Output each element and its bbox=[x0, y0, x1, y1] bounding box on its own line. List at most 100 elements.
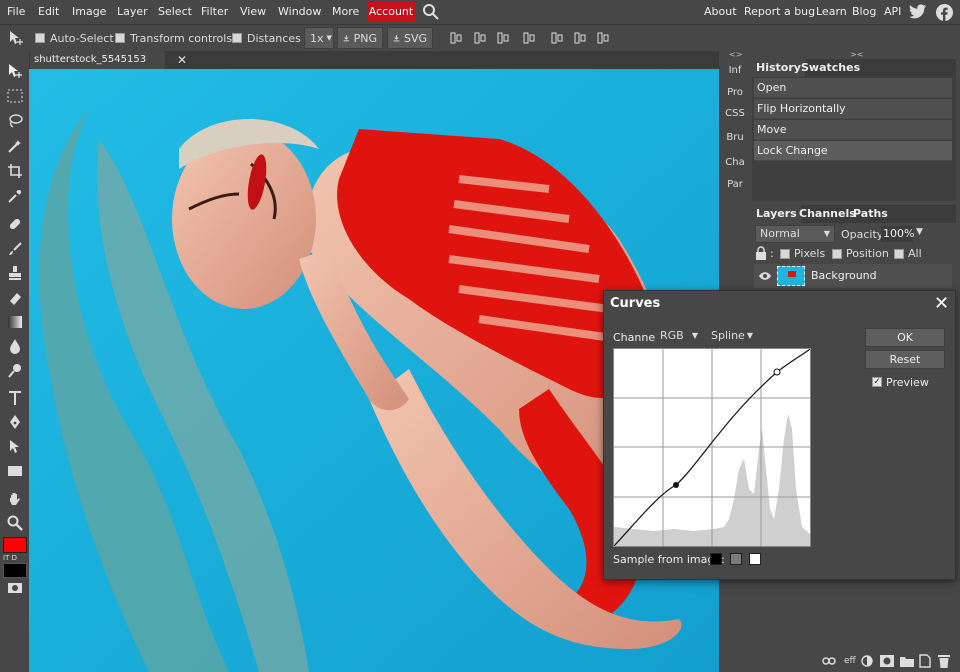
side-tab-bru[interactable]: Bru bbox=[720, 127, 750, 149]
folder-icon[interactable] bbox=[900, 655, 914, 667]
clone-stamp-tool[interactable] bbox=[4, 262, 26, 284]
quick-mask-button[interactable] bbox=[4, 579, 26, 597]
history-item[interactable]: Flip Horizontally bbox=[754, 99, 952, 119]
history-item[interactable]: Open bbox=[754, 78, 952, 98]
marquee-icon bbox=[7, 89, 23, 103]
curves-dialog: Curves ✕ Channel: RGB ▼ Spline ▼ OK Reset … bbox=[603, 290, 956, 580]
search-icon[interactable] bbox=[422, 3, 440, 21]
layer-row[interactable]: Background bbox=[754, 264, 952, 288]
path-select-tool[interactable] bbox=[4, 436, 26, 458]
brush-tool[interactable] bbox=[4, 238, 26, 260]
lock-all-checkbox[interactable] bbox=[894, 249, 904, 259]
twitter-icon[interactable] bbox=[909, 4, 927, 20]
menu-select[interactable]: Select bbox=[158, 5, 192, 18]
side-tab-par[interactable]: Par bbox=[720, 174, 750, 196]
trash-icon[interactable] bbox=[938, 654, 950, 668]
gradient-tool[interactable] bbox=[4, 311, 26, 333]
account-button[interactable]: Account bbox=[367, 2, 415, 22]
blur-tool[interactable] bbox=[4, 335, 26, 357]
sample-white-swatch[interactable] bbox=[749, 553, 761, 565]
menu-blog[interactable]: Blog bbox=[852, 5, 876, 18]
lock-pixels-checkbox[interactable] bbox=[780, 249, 790, 259]
crop-tool[interactable] bbox=[4, 160, 26, 182]
align-right-icon[interactable] bbox=[573, 31, 587, 45]
hand-tool[interactable] bbox=[4, 488, 26, 510]
align-middle-icon[interactable] bbox=[473, 31, 487, 45]
move-tool[interactable] bbox=[4, 60, 26, 82]
dodge-tool[interactable] bbox=[4, 359, 26, 381]
menu-filter[interactable]: Filter bbox=[201, 5, 228, 18]
zoom-tool[interactable] bbox=[4, 512, 26, 534]
type-tool[interactable] bbox=[4, 387, 26, 409]
align-center-icon[interactable] bbox=[550, 31, 564, 45]
menu-window[interactable]: Window bbox=[278, 5, 321, 18]
align-top-icon[interactable] bbox=[449, 31, 463, 45]
side-tab-inf[interactable]: Inf bbox=[720, 60, 750, 82]
menu-api[interactable]: API bbox=[884, 5, 901, 18]
curve-point[interactable] bbox=[773, 368, 781, 376]
lock-position-checkbox[interactable] bbox=[832, 249, 842, 259]
eraser-tool[interactable] bbox=[4, 287, 26, 309]
foreground-color-swatch[interactable] bbox=[3, 537, 27, 553]
shape-tool[interactable] bbox=[4, 460, 26, 482]
menu-learn[interactable]: Learn bbox=[816, 5, 847, 18]
menu-file[interactable]: File bbox=[7, 5, 25, 18]
lasso-tool[interactable] bbox=[4, 110, 26, 132]
link-icon[interactable] bbox=[822, 656, 836, 666]
opacity-input[interactable]: 100% bbox=[881, 226, 914, 242]
eye-icon[interactable] bbox=[758, 271, 772, 281]
close-icon[interactable]: ✕ bbox=[934, 293, 949, 314]
facebook-icon[interactable] bbox=[936, 4, 953, 21]
export-png-button[interactable]: PNG bbox=[337, 27, 383, 49]
marquee-tool[interactable] bbox=[4, 85, 26, 107]
menu-report-bug[interactable]: Report a bug bbox=[744, 5, 815, 18]
menu-layer[interactable]: Layer bbox=[117, 5, 148, 18]
transform-controls-checkbox[interactable]: Transform controls bbox=[115, 25, 232, 51]
sample-gray-swatch[interactable] bbox=[730, 553, 742, 565]
new-layer-icon[interactable] bbox=[919, 654, 931, 668]
healing-tool[interactable] bbox=[4, 213, 26, 235]
effects-button[interactable]: eff bbox=[844, 656, 856, 666]
menu-edit[interactable]: Edit bbox=[38, 5, 59, 18]
sample-black-swatch[interactable] bbox=[710, 553, 722, 565]
pen-tool[interactable] bbox=[4, 411, 26, 433]
history-item[interactable]: Move bbox=[754, 120, 952, 140]
side-tab-css[interactable]: CSS bbox=[720, 103, 750, 125]
side-tab-pro[interactable]: Pro bbox=[720, 82, 750, 104]
close-tab-icon[interactable]: ✕ bbox=[177, 54, 189, 66]
distances-checkbox[interactable]: Distances bbox=[232, 25, 301, 51]
side-tab-cha[interactable]: Cha bbox=[720, 152, 750, 174]
menu-about[interactable]: About bbox=[704, 5, 737, 18]
tab-swatches[interactable]: Swatches bbox=[797, 59, 864, 77]
history-item-current[interactable]: Lock Change bbox=[754, 141, 952, 161]
curve-mode-select[interactable]: Spline ▼ bbox=[707, 328, 757, 346]
distribute-icon[interactable] bbox=[596, 31, 610, 45]
opacity-dropdown-icon[interactable]: ▼ bbox=[916, 227, 923, 237]
swap-colors-icon[interactable]: IT D bbox=[3, 554, 17, 562]
align-bottom-icon[interactable] bbox=[496, 31, 510, 45]
export-svg-button[interactable]: SVG bbox=[387, 27, 433, 49]
menu-image[interactable]: Image bbox=[72, 5, 106, 18]
curve-point[interactable] bbox=[673, 482, 679, 488]
auto-select-checkbox[interactable]: Auto-Select bbox=[35, 25, 114, 51]
zoom-icon bbox=[7, 515, 23, 531]
mask-icon[interactable] bbox=[880, 655, 894, 667]
menu-view[interactable]: View bbox=[240, 5, 266, 18]
curves-graph[interactable] bbox=[613, 348, 811, 547]
blend-mode-select[interactable]: Normal ▼ bbox=[755, 225, 835, 243]
eyedropper-tool[interactable] bbox=[4, 185, 26, 207]
align-left-icon[interactable] bbox=[522, 31, 536, 45]
stamp-icon bbox=[9, 266, 21, 280]
quick-select-tool[interactable] bbox=[4, 135, 26, 157]
tab-paths[interactable]: Paths bbox=[849, 205, 892, 223]
background-color-swatch[interactable] bbox=[3, 563, 27, 578]
document-tab[interactable]: shutterstock_5545153 bbox=[30, 51, 165, 69]
zoom-dropdown[interactable]: 1x ▼ bbox=[304, 27, 334, 49]
tab-layers[interactable]: Layers bbox=[752, 205, 801, 223]
preview-checkbox[interactable]: ✓ bbox=[872, 377, 882, 387]
reset-button[interactable]: Reset bbox=[865, 350, 945, 369]
channel-select[interactable]: RGB ▼ bbox=[656, 328, 702, 346]
menu-more[interactable]: More bbox=[332, 5, 359, 18]
ok-button[interactable]: OK bbox=[865, 328, 945, 347]
adjustment-icon[interactable] bbox=[861, 655, 873, 667]
